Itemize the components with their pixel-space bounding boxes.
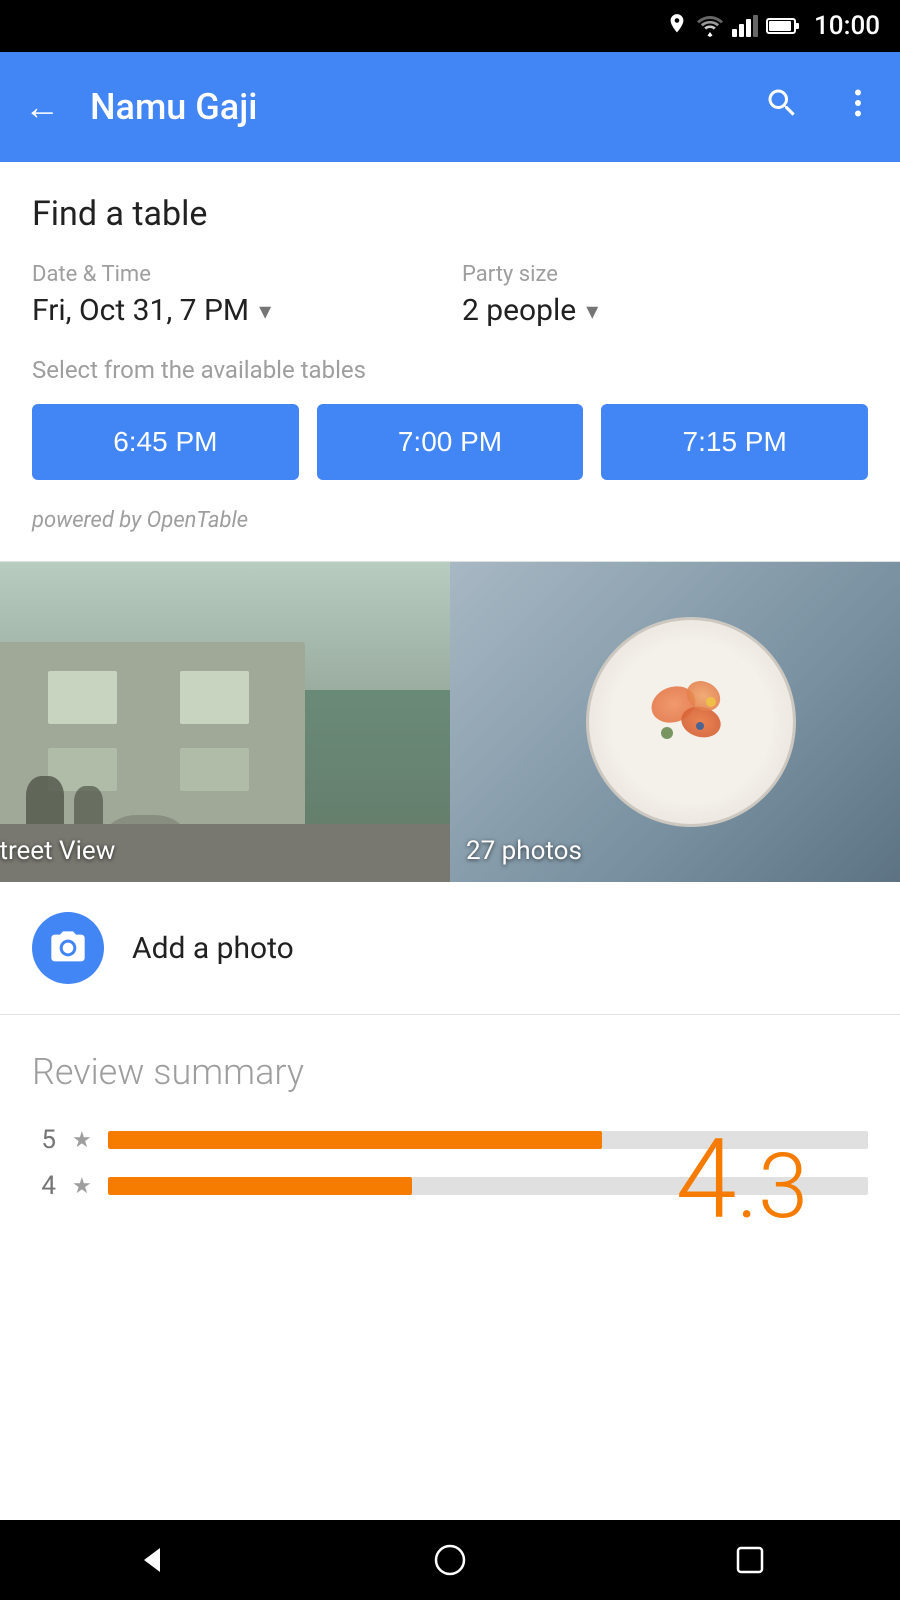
time-slot-715[interactable]: 7:15 PM [601,404,868,480]
big-rating-whole: 4 [676,1125,737,1235]
party-size-label: Party size [462,262,868,287]
date-time-label: Date & Time [32,262,438,287]
time-slot-700[interactable]: 7:00 PM [317,404,584,480]
powered-by: powered by OpenTable [32,508,868,533]
reservation-fields: Date & Time Fri, Oct 31, 7 PM ▾ Party si… [32,262,868,328]
street-view-photo[interactable]: Street View [0,562,450,882]
signal-icon [732,15,758,37]
toolbar: ← Namu Gaji [0,52,900,162]
photos-count-label: 27 photos [466,836,582,866]
status-time: 10:00 [814,11,880,41]
battery-icon [766,16,800,36]
rating-star-4: ★ [72,1174,92,1199]
review-title: Review summary [32,1051,868,1093]
rating-star-5: ★ [72,1128,92,1153]
review-bars: 4 .3 5 ★ 4 ★ [32,1125,868,1201]
search-button[interactable] [764,85,800,129]
photo-strip: Street View 27 photos [0,562,900,882]
status-bar: 10:00 [0,0,900,52]
party-size-select[interactable]: 2 people ▾ [462,293,868,328]
party-size-value: 2 people [462,293,576,328]
find-table-title: Find a table [32,194,868,234]
date-time-field[interactable]: Date & Time Fri, Oct 31, 7 PM ▾ [32,262,438,328]
food-photos[interactable]: 27 photos [450,562,900,882]
location-icon [666,12,688,40]
rating-num-5: 5 [32,1125,56,1155]
nav-bar [0,1520,900,1600]
page-title: Namu Gaji [90,86,724,128]
date-time-arrow: ▾ [259,297,271,325]
add-photo-row[interactable]: Add a photo [0,882,900,1015]
add-photo-label: Add a photo [132,931,294,966]
date-time-select[interactable]: Fri, Oct 31, 7 PM ▾ [32,293,438,328]
date-time-value: Fri, Oct 31, 7 PM [32,293,249,328]
camera-svg [48,928,88,968]
big-rating-decimal: .3 [737,1142,808,1232]
back-button[interactable]: ← [24,86,60,128]
wifi-icon [696,15,724,37]
more-options-button[interactable] [840,85,876,129]
nav-back-button[interactable] [110,1520,190,1600]
nav-recents-button[interactable] [710,1520,790,1600]
party-size-arrow: ▾ [586,297,598,325]
available-tables-label: Select from the available tables [32,356,868,384]
rating-bar-fill-5 [108,1131,602,1149]
review-section: Review summary 4 .3 5 ★ 4 ★ [0,1015,900,1241]
rating-num-4: 4 [32,1171,56,1201]
time-slots-container: 6:45 PM 7:00 PM 7:15 PM [32,404,868,480]
camera-icon [32,912,104,984]
rating-bar-fill-4 [108,1177,412,1195]
street-view-label: Street View [0,836,115,866]
time-slot-645[interactable]: 6:45 PM [32,404,299,480]
nav-home-button[interactable] [410,1520,490,1600]
main-content: Find a table Date & Time Fri, Oct 31, 7 … [0,162,900,533]
party-size-field[interactable]: Party size 2 people ▾ [462,262,868,328]
status-icons: 10:00 [666,11,880,41]
